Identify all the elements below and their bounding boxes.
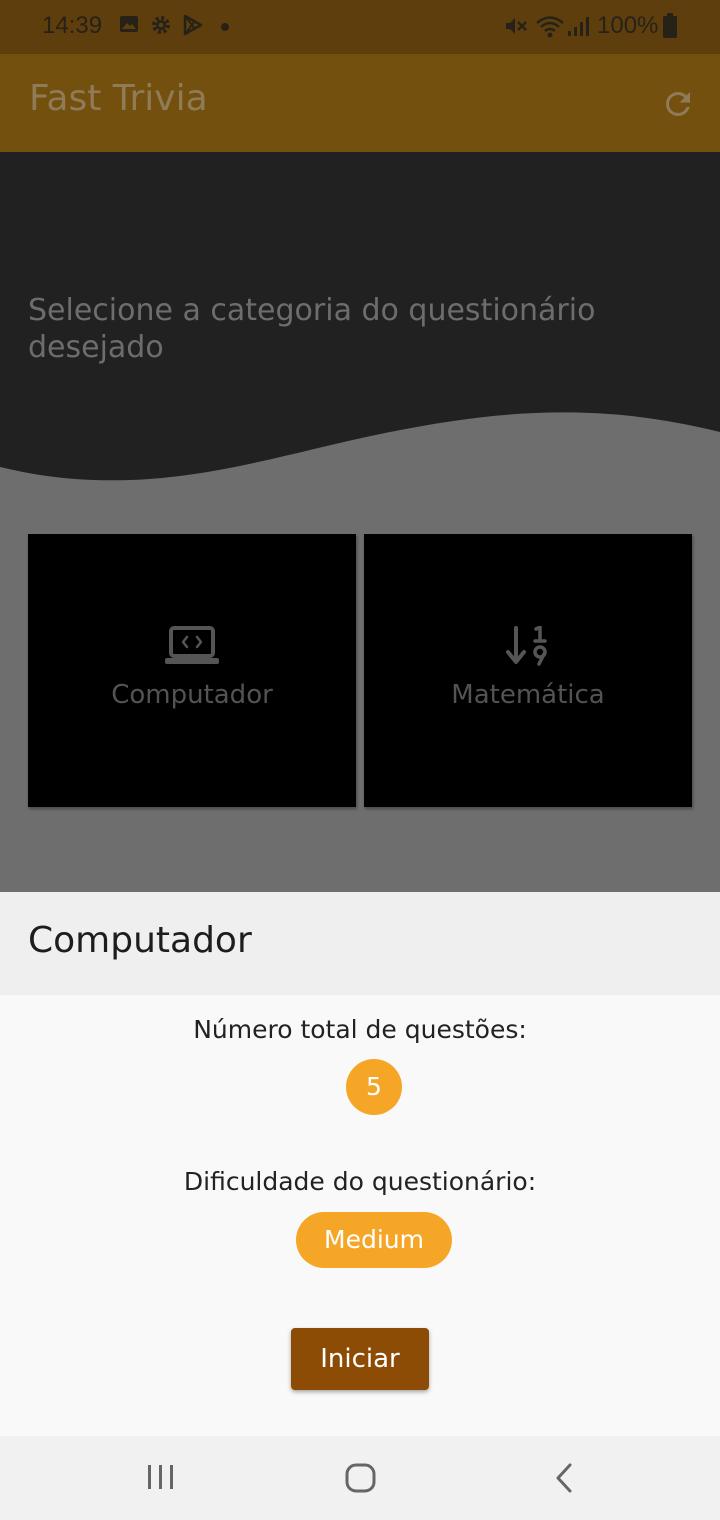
category-prompt: Selecione a categoria do questionário de… (28, 293, 596, 365)
category-card-matematica[interactable]: Matemática (364, 534, 692, 807)
category-card-computador[interactable]: Computador (28, 534, 356, 807)
settings-gear-icon (152, 16, 170, 34)
bottom-sheet-header: Computador (0, 892, 720, 995)
battery-icon (663, 13, 677, 38)
status-bar: 14:39 100% (0, 0, 720, 54)
category-section: Selecione a categoria do questionário de… (0, 152, 720, 892)
difficulty-label: Dificuldade do questionário: (183, 1167, 537, 1196)
image-icon (120, 16, 138, 32)
home-icon[interactable] (345, 1462, 377, 1494)
mute-icon (506, 18, 527, 34)
wifi-icon (536, 16, 564, 38)
laptop-code-icon (165, 626, 219, 664)
sheet-title: Computador (28, 920, 252, 961)
signal-icon (568, 17, 589, 36)
questions-count-label: Número total de questões: (193, 1015, 527, 1044)
questions-count-badge: 5 (346, 1059, 402, 1115)
start-button[interactable]: Iniciar (291, 1328, 429, 1390)
category-label: Matemática (451, 680, 605, 710)
battery-percent: 100% (597, 12, 659, 39)
back-icon[interactable] (552, 1462, 576, 1494)
recent-apps-icon[interactable] (146, 1462, 176, 1492)
dot-icon (221, 23, 229, 31)
app-title: Fast Trivia (29, 78, 208, 119)
bottom-sheet-body: Número total de questões: 5 Dificuldade … (0, 995, 720, 1436)
category-label: Computador (111, 680, 273, 710)
sort-numeric-icon (506, 626, 547, 666)
difficulty-chip: Medium (296, 1212, 452, 1268)
play-store-icon (183, 14, 203, 36)
status-time: 14:39 (42, 12, 103, 39)
refresh-icon[interactable] (660, 86, 696, 122)
app-bar: Fast Trivia (0, 54, 720, 152)
system-nav-bar (0, 1436, 720, 1520)
